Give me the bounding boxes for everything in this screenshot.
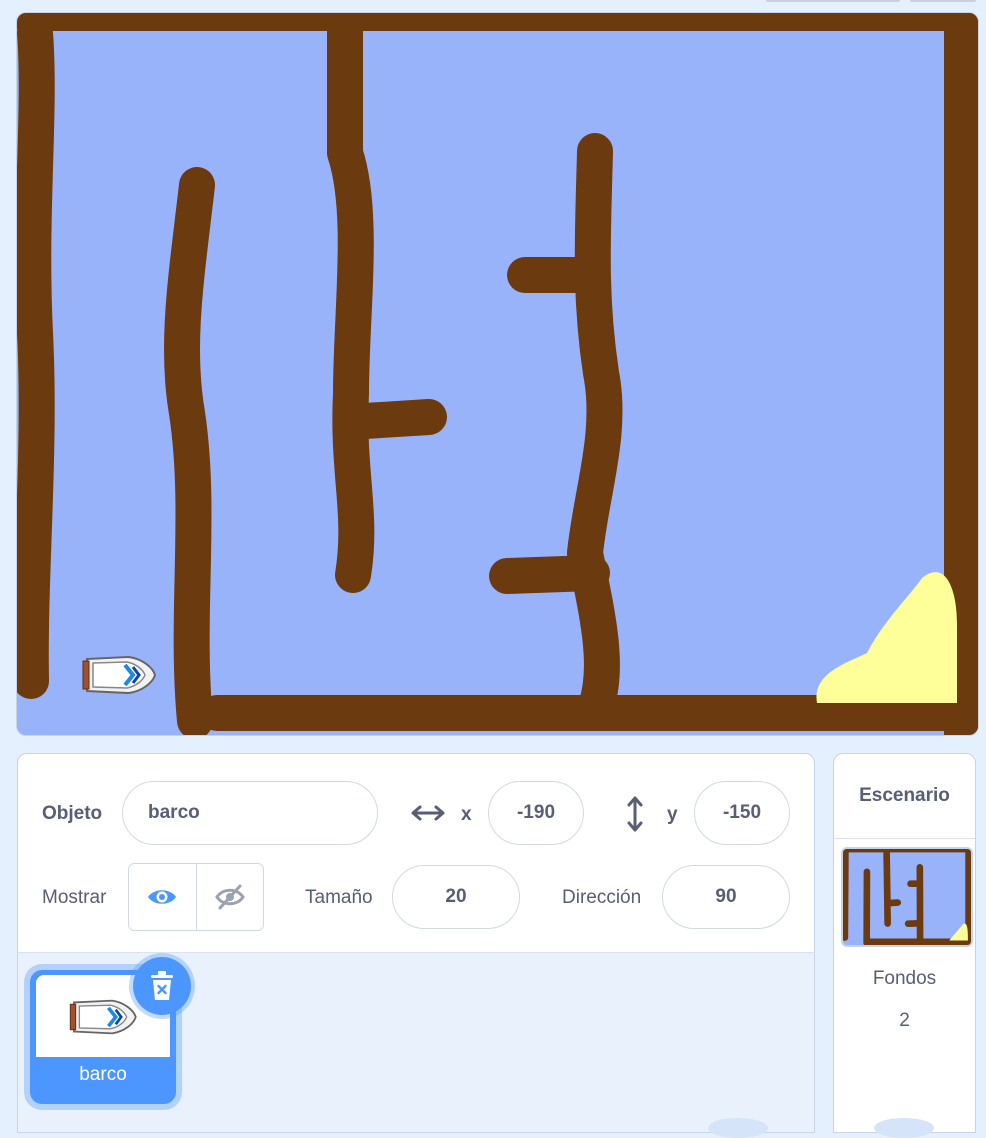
boat-sprite[interactable] [81,653,157,697]
stage-canvas[interactable] [16,12,979,736]
eye-icon [148,890,177,904]
maze-backdrop [17,13,978,735]
x-label: x [461,804,472,825]
size-label: Tamaño [305,887,373,908]
show-label: Mostrar [42,887,107,908]
sprite-name-input[interactable]: barco [122,781,378,845]
y-label: y [667,804,678,825]
eye-hidden-icon [214,884,245,910]
direction-label: Dirección [562,887,642,908]
size-input[interactable]: 20 [392,865,520,929]
hide-button[interactable] [195,864,264,930]
backdrops-count: 2 [899,1010,910,1031]
stage-selector-panel[interactable]: Escenario Fondos 2 [833,753,976,1133]
backdrop-add-button-edge[interactable] [874,1118,934,1138]
trash-icon [151,971,173,1000]
visibility-toggle [128,863,264,931]
stage-panel-title: Escenario [834,754,975,839]
boat-icon [69,999,137,1035]
sprite-add-button-edge[interactable] [708,1118,768,1138]
backdrop-thumbnail[interactable] [841,847,973,947]
y-input[interactable]: -150 [694,781,790,845]
backdrops-label: Fondos [872,968,937,989]
sprite-info-panel: Objeto barco x -190 y -150 Mostrar Tamañ… [17,753,815,953]
direction-input[interactable]: 90 [662,865,790,929]
x-input[interactable]: -190 [488,781,584,845]
sprite-thumbnail-label: barco [79,1064,127,1085]
show-button[interactable] [129,864,196,930]
y-arrows-icon [621,794,649,834]
sprite-label: Objeto [42,803,103,824]
x-arrows-icon [410,799,446,827]
delete-sprite-button[interactable] [133,957,191,1015]
